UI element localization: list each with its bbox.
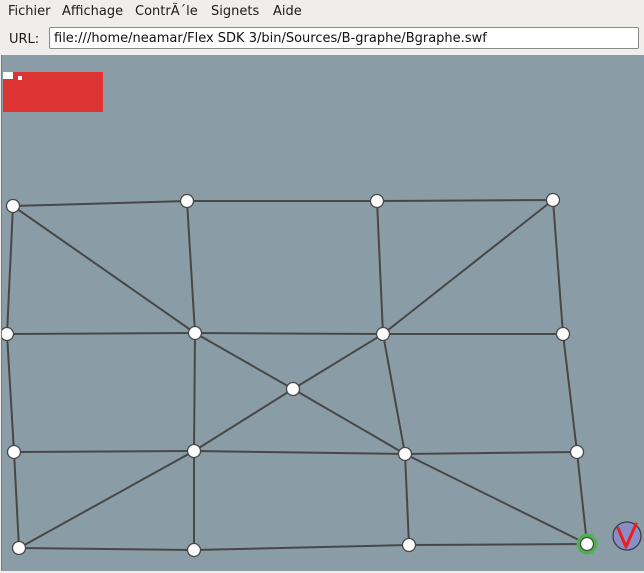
menu-signets[interactable]: Signets [211, 4, 259, 19]
graph-edge [408, 543, 588, 546]
menu-affichage[interactable]: Affichage [62, 4, 123, 19]
graph-edge [376, 200, 384, 335]
graph-edge [18, 450, 195, 549]
graph-edge [6, 333, 15, 453]
graph-edge [292, 388, 406, 455]
graph-edge [6, 332, 196, 335]
url-label: URL: [9, 32, 40, 47]
graph-node[interactable] [545, 192, 561, 208]
graph-node[interactable] [375, 326, 391, 342]
graph-edge [193, 450, 406, 455]
graph-node[interactable] [369, 193, 385, 209]
graph-edge [6, 205, 14, 335]
graph-edge [193, 544, 410, 551]
graph-node[interactable] [6, 444, 22, 460]
graph-node[interactable] [186, 443, 202, 459]
graph-node[interactable] [187, 325, 203, 341]
graph-node[interactable] [179, 193, 195, 209]
url-bar: URL: [0, 24, 644, 54]
graph-edge [193, 332, 196, 452]
graph-edge [404, 451, 578, 455]
graph-node[interactable] [569, 444, 585, 460]
graph-node[interactable] [397, 446, 413, 462]
url-input[interactable] [49, 27, 639, 49]
graph-edge [194, 332, 384, 335]
graph-node[interactable] [5, 198, 21, 214]
graph-edge [194, 332, 294, 390]
graph-edge [13, 450, 195, 453]
graph-edge [404, 453, 588, 545]
graph-edge [382, 333, 406, 455]
graph-node[interactable] [285, 381, 301, 397]
graph-node[interactable] [2, 326, 15, 342]
graph-edge [382, 199, 554, 335]
red-bar-white-dot [18, 76, 22, 80]
graph-node[interactable] [555, 326, 571, 342]
graph-edge [552, 199, 564, 335]
graph-nodes [2, 192, 598, 558]
red-bar-white-block [3, 72, 13, 79]
graph-edge [376, 199, 554, 202]
graph-edge [292, 333, 384, 390]
validate-button[interactable] [612, 521, 642, 551]
graph-edges [6, 199, 588, 551]
graph-node[interactable] [401, 537, 417, 553]
graph-edge [13, 451, 20, 549]
graph-edge [186, 200, 196, 334]
menu-bar: Fichier Affichage ContrÃ´le Signets Aide [0, 0, 644, 24]
graph-edge [12, 200, 188, 207]
graph-edge [404, 453, 410, 546]
graph-edge [193, 388, 294, 452]
graph-node-target[interactable] [579, 536, 595, 552]
menu-controle[interactable]: ContrÃ´le [135, 4, 198, 19]
menu-aide[interactable]: Aide [273, 4, 302, 19]
graph-edge [562, 333, 578, 453]
menu-fichier[interactable]: Fichier [8, 4, 51, 19]
graph-edge [576, 451, 588, 545]
graph-edge [12, 205, 196, 334]
flash-stage [1, 55, 644, 571]
graph-edge [18, 547, 195, 551]
graph-canvas [2, 72, 642, 558]
graph-node[interactable] [11, 540, 27, 556]
graph-node[interactable] [186, 542, 202, 558]
